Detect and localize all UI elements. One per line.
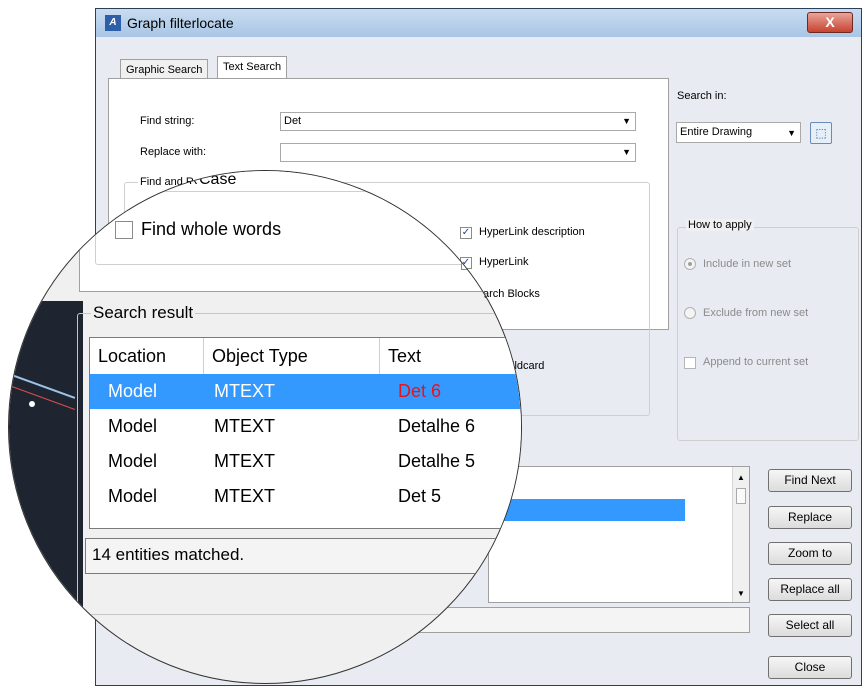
exclude-label: Exclude from new set xyxy=(703,307,809,319)
close-button[interactable]: Close xyxy=(768,656,852,679)
cell-object-type: MTEXT xyxy=(214,381,275,401)
panel-bottom-border xyxy=(79,291,521,292)
replace-button[interactable]: Replace xyxy=(768,506,852,529)
include-radio[interactable] xyxy=(684,258,696,270)
cad-point xyxy=(29,401,35,407)
cell-location: Model xyxy=(108,486,158,506)
column-header-object-type[interactable]: Object Type xyxy=(204,338,380,374)
tab-graphic-search[interactable]: Graphic Search xyxy=(120,59,209,79)
chevron-down-icon[interactable]: ▼ xyxy=(622,144,631,161)
hyperlink-label-magnified: HyperLink xyxy=(480,257,521,269)
table-row[interactable]: Model MTEXT Det 5 xyxy=(90,479,521,514)
column-header-location[interactable]: Location xyxy=(90,338,204,374)
scroll-up-icon[interactable]: ▲ xyxy=(733,473,749,482)
how-to-apply-title: How to apply xyxy=(686,219,754,231)
table-header: Location Object Type Text xyxy=(90,338,521,375)
cell-text: Det 5 xyxy=(398,486,442,506)
cell-location: Model xyxy=(108,381,158,401)
cell-location: Model xyxy=(108,416,158,436)
find-next-button[interactable]: Find Next xyxy=(768,469,852,492)
search-in-label: Search in: xyxy=(677,90,727,102)
app-icon: A xyxy=(105,15,121,31)
pick-objects-icon[interactable]: ⬚ xyxy=(810,122,832,144)
cell-text: Detalhe 6 xyxy=(398,416,476,436)
select-all-button[interactable]: Select all xyxy=(768,614,852,637)
hyperlink-description-checkbox-magnified[interactable]: ✓ xyxy=(461,228,473,240)
hyperlink-checkbox-magnified[interactable]: ✓ xyxy=(461,258,473,270)
chevron-down-icon[interactable]: ▼ xyxy=(622,113,631,130)
search-in-value: Entire Drawing xyxy=(680,126,753,138)
cell-object-type: MTEXT xyxy=(214,416,275,436)
magnifier-lens: Find and R Case Find whole words ✓ Hyper… xyxy=(8,170,522,684)
search-result-table[interactable]: Location Object Type Text Model MTEXT De… xyxy=(89,337,521,529)
find-string-label: Find string: xyxy=(140,115,195,127)
cell-object-type: MTEXT xyxy=(214,451,275,471)
append-checkbox[interactable] xyxy=(684,357,696,369)
find-whole-words-label: Find whole words xyxy=(141,219,282,239)
status-text: 14 entities matched. xyxy=(92,545,245,564)
cell-text: Detalhe 5 xyxy=(398,451,476,471)
zoom-to-button[interactable]: Zoom to xyxy=(768,542,852,565)
find-string-value: Det xyxy=(284,115,302,127)
search-in-combo[interactable]: Entire Drawing ▼ xyxy=(676,122,801,143)
status-bar: 14 entities matched. xyxy=(85,538,521,574)
scroll-thumb[interactable] xyxy=(736,488,746,504)
table-row[interactable]: Model MTEXT Detalhe 5 xyxy=(90,444,521,479)
find-replace-title-fragment: Find and R xyxy=(139,173,198,187)
replace-all-button[interactable]: Replace all xyxy=(768,578,852,601)
hyperlink-description-label-magnified: HyperLink description xyxy=(480,227,521,239)
chevron-down-icon[interactable]: ▼ xyxy=(787,124,796,143)
scroll-down-icon[interactable]: ▼ xyxy=(733,589,749,598)
cad-dark-area xyxy=(9,301,83,683)
cad-line xyxy=(9,373,76,399)
tab-text-search[interactable]: Text Search xyxy=(217,56,288,79)
search-blocks-label-magnified: arch Blocks xyxy=(484,289,521,301)
append-label: Append to current set xyxy=(703,356,809,368)
result-scrollbar[interactable]: ▲ ▼ xyxy=(732,467,749,602)
replace-with-combo[interactable]: ▼ xyxy=(280,143,636,162)
column-header-text[interactable]: Text xyxy=(380,338,521,374)
result-list-background[interactable]: ▲ ▼ xyxy=(488,466,750,603)
find-whole-words-checkbox[interactable] xyxy=(115,221,133,239)
cell-object-type: MTEXT xyxy=(214,486,275,506)
replace-with-label: Replace with: xyxy=(140,146,207,158)
close-window-button[interactable]: X xyxy=(807,12,853,33)
include-label: Include in new set xyxy=(703,258,792,270)
match-case-fragment: Case xyxy=(199,171,237,188)
cell-location: Model xyxy=(108,451,158,471)
title-bar[interactable]: A Graph filterlocate X xyxy=(96,9,861,37)
cell-text: Det 6 xyxy=(398,381,442,401)
window-title: Graph filterlocate xyxy=(127,15,234,31)
exclude-radio[interactable] xyxy=(684,307,696,319)
search-result-title: Search result xyxy=(91,303,196,323)
table-row[interactable]: Model MTEXT Detalhe 6 xyxy=(90,409,521,444)
find-string-combo[interactable]: Det ▼ xyxy=(280,112,636,131)
cad-line xyxy=(9,385,76,410)
table-row[interactable]: Model MTEXT Det 6 xyxy=(90,374,521,409)
